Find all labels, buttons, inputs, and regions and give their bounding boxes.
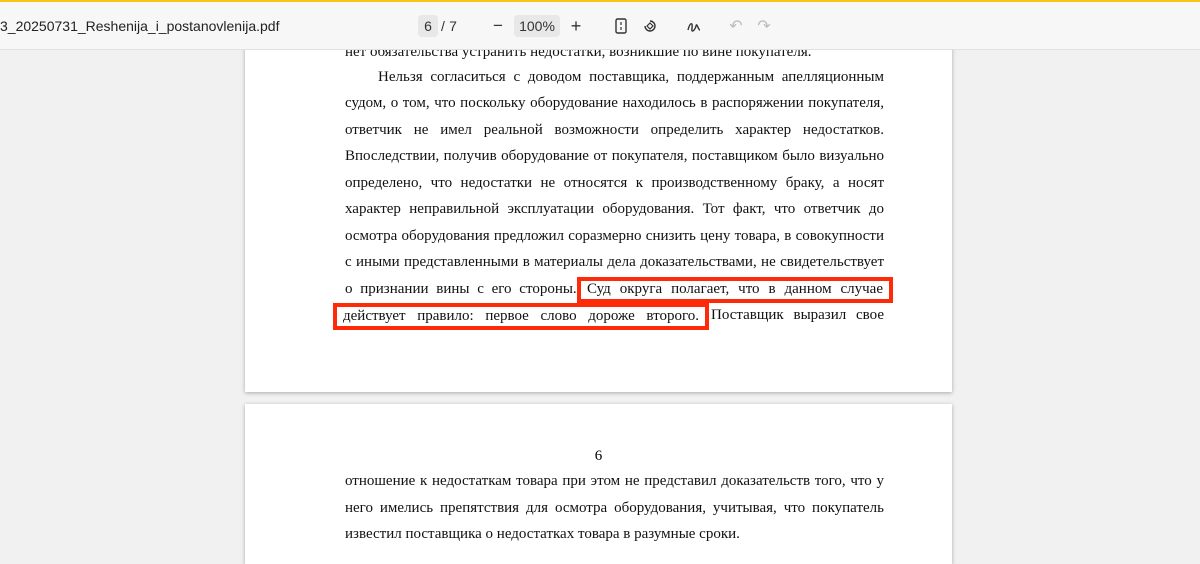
text-line: Поставщик выразил свое: [711, 307, 884, 323]
window-top-accent: [0, 0, 1200, 2]
text-line: о признании вины с его стороны.: [345, 281, 577, 297]
text-line: судом, о том, что поскольку оборудование…: [345, 95, 884, 111]
text-line: ответчик не имел реальной возможности оп…: [345, 122, 884, 138]
text-line: него имелись препятствия для осмотра обо…: [345, 500, 884, 516]
text-line: Впоследствии, получив оборудование от по…: [345, 148, 884, 164]
text-line: с иными представленными в материалы дела…: [345, 254, 884, 270]
text-line: характер неправильной эксплуатации обору…: [345, 201, 884, 217]
text-line: осмотра оборудования предложил соразмерн…: [345, 228, 884, 244]
page-number: 6: [594, 448, 603, 464]
rotate-icon[interactable]: [639, 15, 661, 37]
page-number-input[interactable]: 6: [418, 15, 438, 37]
fit-page-icon[interactable]: [610, 15, 632, 37]
zoom-level[interactable]: 100%: [514, 15, 560, 37]
pdf-page-5: нет обязательства устранить недостатки, …: [245, 0, 952, 392]
text-line: отношение к недостаткам товара при этом …: [345, 473, 884, 489]
highlight-box: Суд округа полагает, что в данном случае: [577, 277, 893, 303]
zoom-in-button[interactable]: +: [566, 15, 586, 37]
text-line: определено, что недостатки не относятся …: [345, 175, 884, 191]
undo-icon[interactable]: ↶: [725, 15, 747, 37]
pdf-toolbar: 3_20250731_Reshenija_i_postanovlenija.pd…: [0, 2, 1200, 50]
total-pages: 7: [449, 18, 457, 34]
text-line: известил поставщика о недостатках товара…: [345, 526, 740, 542]
highlight-box: действует правило: первое слово дороже в…: [333, 303, 709, 330]
file-name: 3_20250731_Reshenija_i_postanovlenija.pd…: [0, 18, 280, 34]
text-line: Нельзя согласиться с доводом поставщика,…: [378, 69, 884, 85]
pdf-page-6: 6 отношение к недостаткам товара при это…: [245, 404, 952, 564]
zoom-out-button[interactable]: −: [488, 15, 508, 37]
draw-icon[interactable]: [683, 15, 705, 37]
redo-icon[interactable]: ↷: [753, 15, 775, 37]
